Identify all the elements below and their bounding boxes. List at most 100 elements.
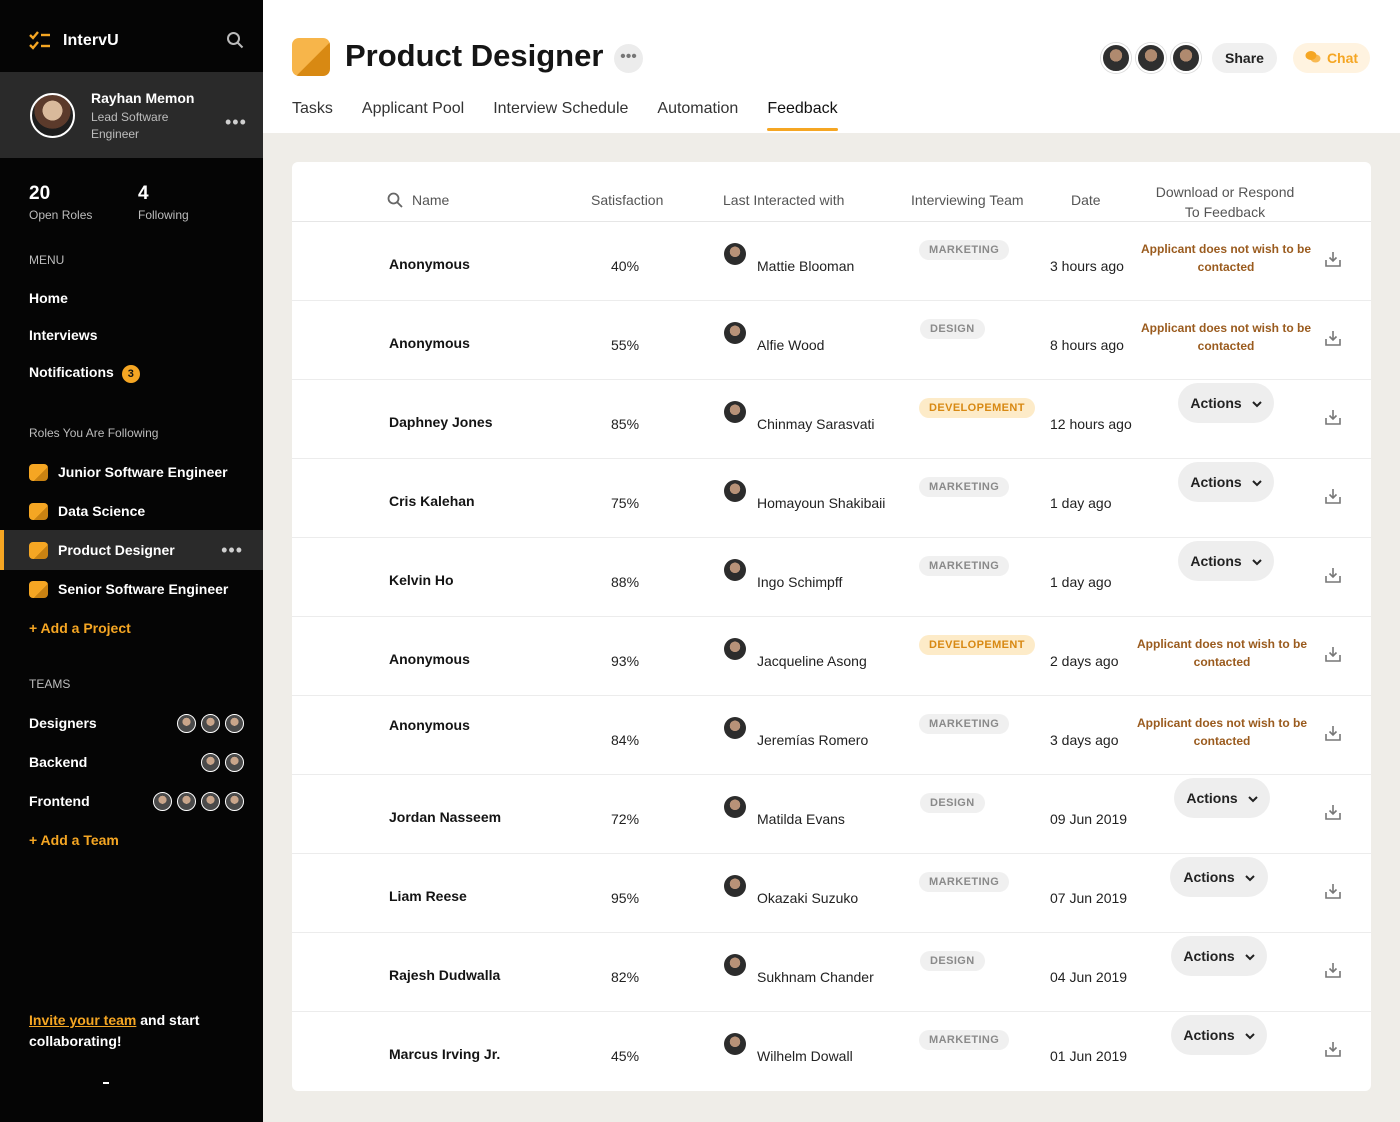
applicant-name[interactable]: Liam Reese bbox=[389, 888, 467, 904]
team-badge: DESIGN bbox=[920, 793, 985, 813]
menu-item-notifications[interactable]: Notifications 3 bbox=[29, 364, 140, 383]
interviewer-name: Ingo Schimpff bbox=[757, 574, 843, 590]
no-contact-notice: Applicant does not wish to be contacted bbox=[1141, 321, 1312, 353]
interviewer-name: Mattie Blooman bbox=[757, 258, 855, 274]
actions-label: Actions bbox=[1183, 1027, 1235, 1043]
share-button[interactable]: Share bbox=[1212, 43, 1277, 73]
applicant-name[interactable]: Daphney Jones bbox=[389, 414, 492, 430]
applicant-name[interactable]: Marcus Irving Jr. bbox=[389, 1046, 500, 1062]
satisfaction-value: 72% bbox=[611, 811, 640, 827]
tab-automation[interactable]: Automation bbox=[657, 100, 738, 131]
chat-label: Chat bbox=[1326, 50, 1359, 66]
actions-button[interactable]: Actions bbox=[1171, 1015, 1267, 1055]
applicant-name[interactable]: Anonymous bbox=[389, 256, 470, 272]
search-icon[interactable] bbox=[387, 192, 403, 208]
menu-item-interviews[interactable]: Interviews bbox=[29, 327, 97, 343]
interviewer-name: Okazaki Suzuko bbox=[757, 890, 859, 906]
team-badge: DESIGN bbox=[920, 951, 985, 971]
chat-icon bbox=[1305, 50, 1321, 67]
download-icon[interactable] bbox=[1324, 1040, 1342, 1058]
notification-badge: 3 bbox=[121, 365, 140, 383]
more-icon[interactable]: ••• bbox=[225, 112, 247, 133]
team-avatars bbox=[177, 713, 244, 733]
download-icon[interactable] bbox=[1324, 566, 1342, 584]
role-item-junior-software-engineer[interactable]: Junior Software Engineer bbox=[0, 452, 263, 492]
applicant-name[interactable]: Anonymous bbox=[389, 651, 470, 667]
applicant-name[interactable]: Rajesh Dudwalla bbox=[389, 967, 500, 983]
applicant-name[interactable]: Anonymous bbox=[389, 717, 470, 733]
download-icon[interactable] bbox=[1324, 645, 1342, 663]
interviewer-name: Jacqueline Asong bbox=[757, 653, 867, 669]
actions-button[interactable]: Actions bbox=[1178, 541, 1274, 581]
team-item-designers[interactable]: Designers bbox=[29, 712, 244, 734]
avatar bbox=[724, 875, 746, 897]
applicant-name[interactable]: Anonymous bbox=[389, 335, 470, 351]
interviewer-name: Jeremías Romero bbox=[757, 732, 869, 748]
search-icon[interactable] bbox=[226, 31, 244, 49]
page-title: Product Designer bbox=[345, 38, 604, 73]
avatar bbox=[724, 954, 746, 976]
applicant-name[interactable]: Cris Kalehan bbox=[389, 493, 475, 509]
brand[interactable]: IntervU bbox=[29, 30, 119, 52]
team-badge: MARKETING bbox=[919, 1030, 1010, 1050]
tab-interview-schedule[interactable]: Interview Schedule bbox=[493, 100, 628, 131]
satisfaction-value: 88% bbox=[611, 574, 640, 590]
role-item-data-science[interactable]: Data Science bbox=[0, 491, 263, 531]
chat-button[interactable]: Chat bbox=[1293, 43, 1370, 73]
profile-name: Rayhan Memon bbox=[91, 90, 195, 106]
download-icon[interactable] bbox=[1324, 882, 1342, 900]
chevron-down-icon bbox=[1251, 474, 1262, 490]
satisfaction-value: 45% bbox=[611, 1048, 640, 1064]
download-icon[interactable] bbox=[1324, 250, 1342, 268]
role-item-product-designer[interactable]: Product Designer ••• bbox=[0, 530, 263, 570]
avatar[interactable] bbox=[1101, 43, 1131, 73]
tab-applicant-pool[interactable]: Applicant Pool bbox=[362, 100, 464, 131]
more-icon[interactable]: ••• bbox=[614, 44, 643, 73]
interviewer-name: Sukhnam Chander bbox=[757, 969, 874, 985]
tab-bar: Tasks Applicant Pool Interview Schedule … bbox=[292, 100, 838, 131]
column-header-name[interactable]: Name bbox=[412, 192, 449, 208]
column-header-satisfaction[interactable]: Satisfaction bbox=[591, 192, 663, 208]
column-header-interviewing-team[interactable]: Interviewing Team bbox=[911, 192, 1024, 208]
add-team-link[interactable]: + Add a Team bbox=[29, 832, 119, 848]
avatar bbox=[225, 713, 244, 733]
user-profile: Rayhan Memon Lead Software Engineer ••• bbox=[0, 72, 263, 158]
download-icon[interactable] bbox=[1324, 487, 1342, 505]
download-icon[interactable] bbox=[1324, 961, 1342, 979]
table-row: Cris Kalehan 75% Homayoun Shakibaii MARKETI… bbox=[292, 459, 1371, 538]
download-icon[interactable] bbox=[1324, 329, 1342, 347]
download-icon[interactable] bbox=[1324, 803, 1342, 821]
tab-feedback[interactable]: Feedback bbox=[767, 100, 838, 131]
add-project-link[interactable]: + Add a Project bbox=[29, 620, 131, 636]
team-item-frontend[interactable]: Frontend bbox=[29, 790, 244, 812]
table-row: Anonymous 84% Jeremías Romero MARKETING 3 da… bbox=[292, 696, 1371, 775]
chevron-down-icon bbox=[1251, 553, 1262, 569]
menu-item-home[interactable]: Home bbox=[29, 290, 68, 306]
avatar[interactable] bbox=[1136, 43, 1166, 73]
actions-button[interactable]: Actions bbox=[1171, 936, 1267, 976]
date-value: 07 Jun 2019 bbox=[1050, 890, 1128, 906]
invite-team-link[interactable]: Invite your team bbox=[29, 1012, 136, 1028]
team-item-backend[interactable]: Backend bbox=[29, 751, 244, 773]
more-icon[interactable]: ••• bbox=[221, 540, 243, 561]
stat-value: 20 bbox=[29, 183, 51, 204]
avatar[interactable] bbox=[30, 93, 75, 138]
role-icon bbox=[29, 502, 48, 520]
avatar bbox=[724, 559, 746, 581]
column-header-date[interactable]: Date bbox=[1071, 192, 1101, 208]
tab-tasks[interactable]: Tasks bbox=[292, 100, 333, 131]
applicant-name[interactable]: Jordan Nasseem bbox=[389, 809, 501, 825]
actions-button[interactable]: Actions bbox=[1178, 462, 1274, 502]
satisfaction-value: 95% bbox=[611, 890, 640, 906]
avatar[interactable] bbox=[1171, 43, 1201, 73]
applicant-name[interactable]: Kelvin Ho bbox=[389, 572, 454, 588]
actions-button[interactable]: Actions bbox=[1170, 857, 1268, 897]
role-item-senior-software-engineer[interactable]: Senior Software Engineer bbox=[0, 569, 263, 609]
column-header-last-interacted[interactable]: Last Interacted with bbox=[723, 192, 844, 208]
date-value: 1 day ago bbox=[1050, 495, 1112, 511]
download-icon[interactable] bbox=[1324, 408, 1342, 426]
download-icon[interactable] bbox=[1324, 724, 1342, 742]
actions-button[interactable]: Actions bbox=[1174, 778, 1270, 818]
avatar bbox=[201, 713, 220, 733]
actions-button[interactable]: Actions bbox=[1178, 383, 1274, 423]
